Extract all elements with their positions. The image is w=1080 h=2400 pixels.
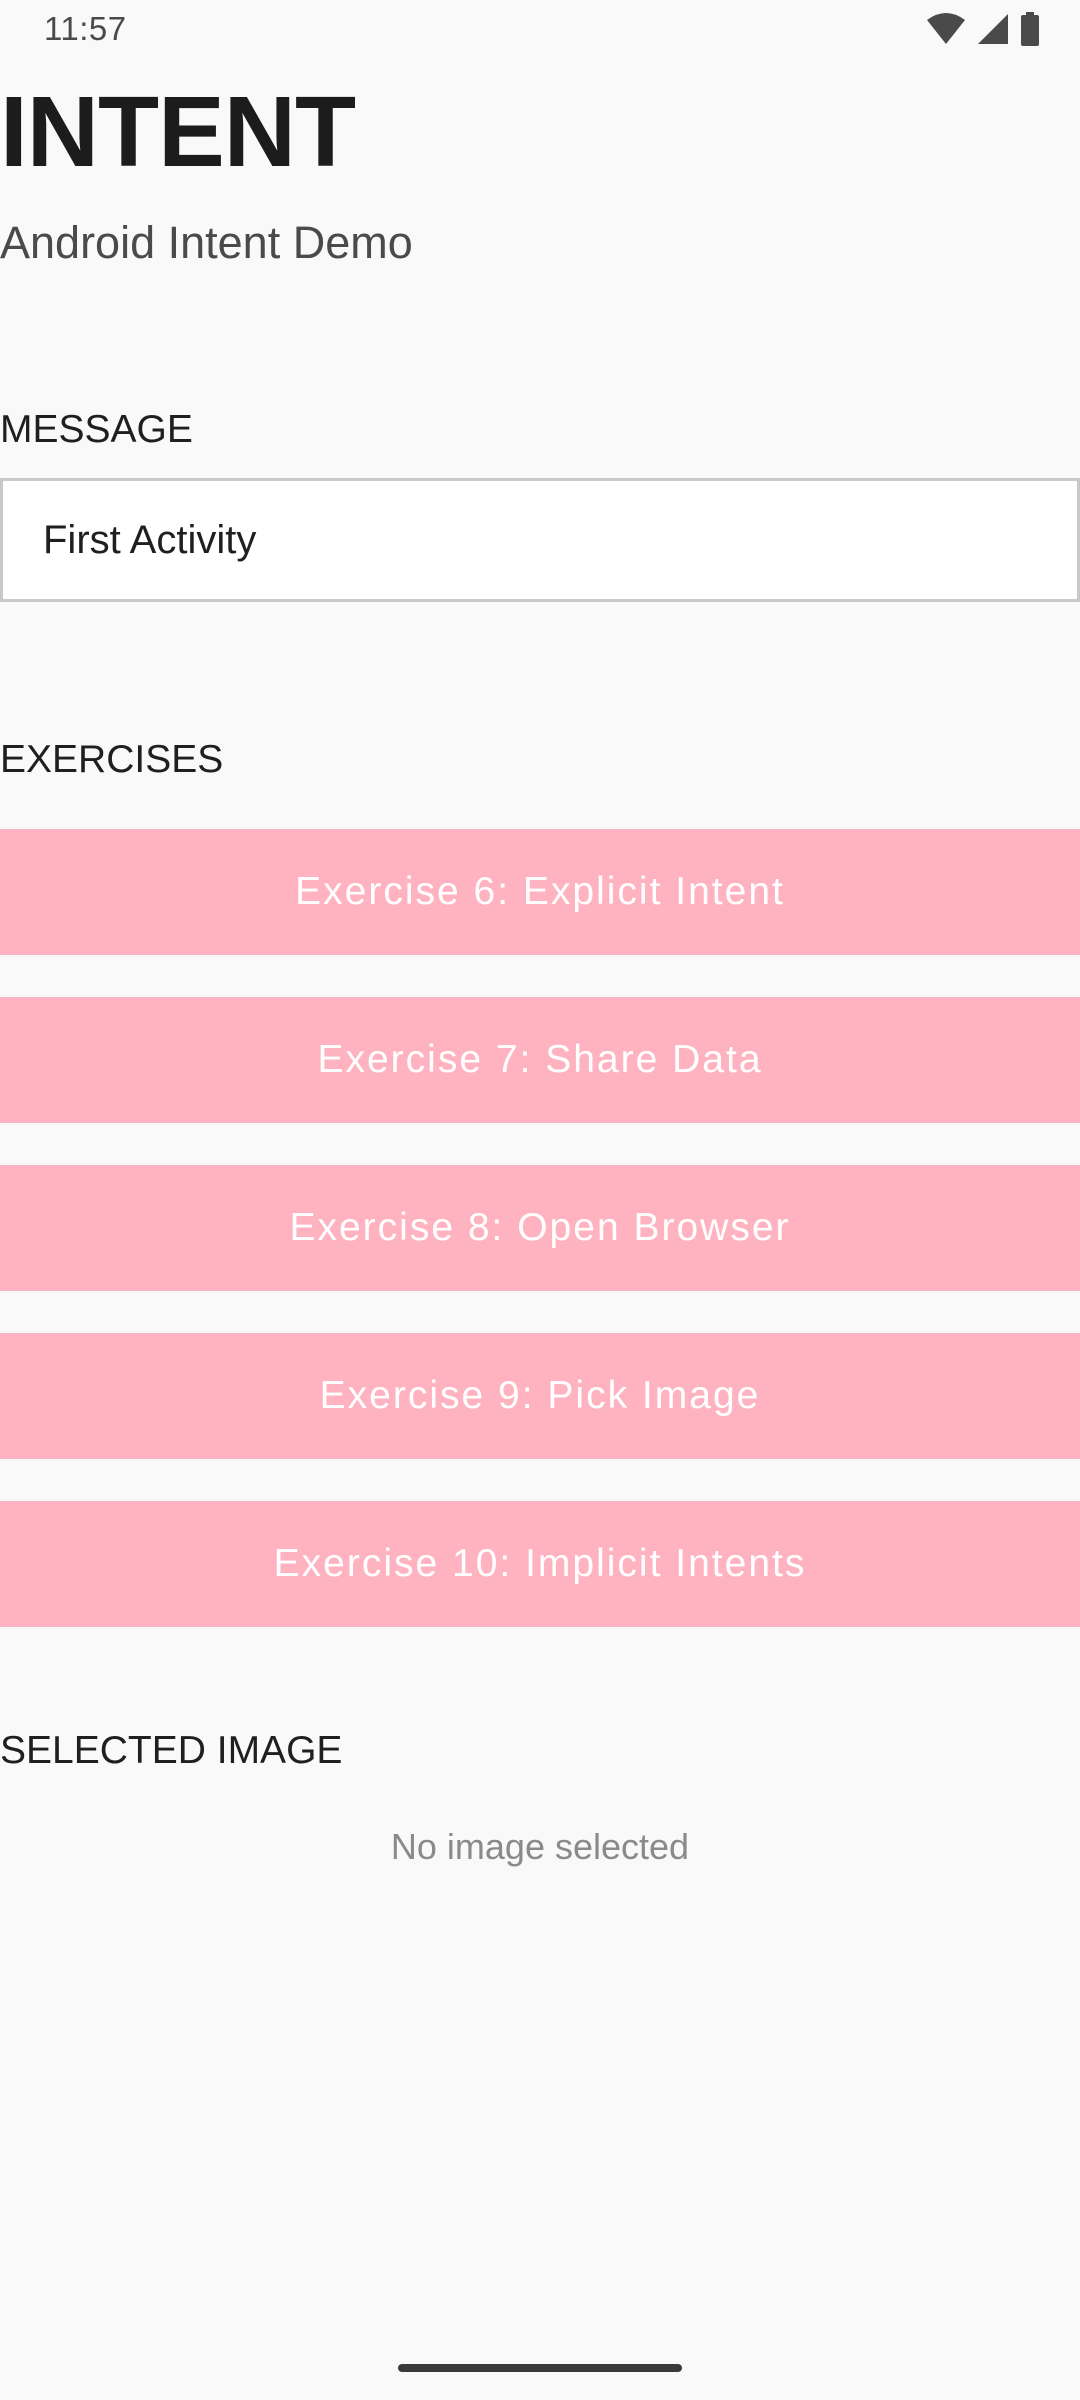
exercise-8-open-browser-button[interactable]: Exercise 8: Open Browser [0, 1165, 1080, 1291]
message-input[interactable] [0, 478, 1080, 602]
home-indicator[interactable] [398, 2364, 682, 2372]
status-time: 11:57 [44, 10, 127, 47]
battery-icon [1020, 12, 1040, 46]
app-subtitle: Android Intent Demo [0, 217, 413, 268]
wifi-icon [926, 12, 966, 46]
status-icons [926, 12, 1040, 46]
exercise-7-share-data-button[interactable]: Exercise 7: Share Data [0, 997, 1080, 1123]
selected-image-label: SELECTED IMAGE [0, 1729, 343, 1772]
no-image-placeholder: No image selected [390, 1826, 690, 1867]
exercise-10-implicit-intents-button[interactable]: Exercise 10: Implicit Intents [0, 1501, 1080, 1627]
exercises-label: EXERCISES [0, 738, 224, 781]
exercise-6-explicit-intent-button[interactable]: Exercise 6: Explicit Intent [0, 829, 1080, 955]
app-title: INTENT [0, 76, 356, 188]
status-bar: 11:57 [0, 0, 1080, 62]
message-label: MESSAGE [0, 408, 193, 451]
cellular-signal-icon [976, 12, 1010, 46]
exercise-9-pick-image-button[interactable]: Exercise 9: Pick Image [0, 1333, 1080, 1459]
